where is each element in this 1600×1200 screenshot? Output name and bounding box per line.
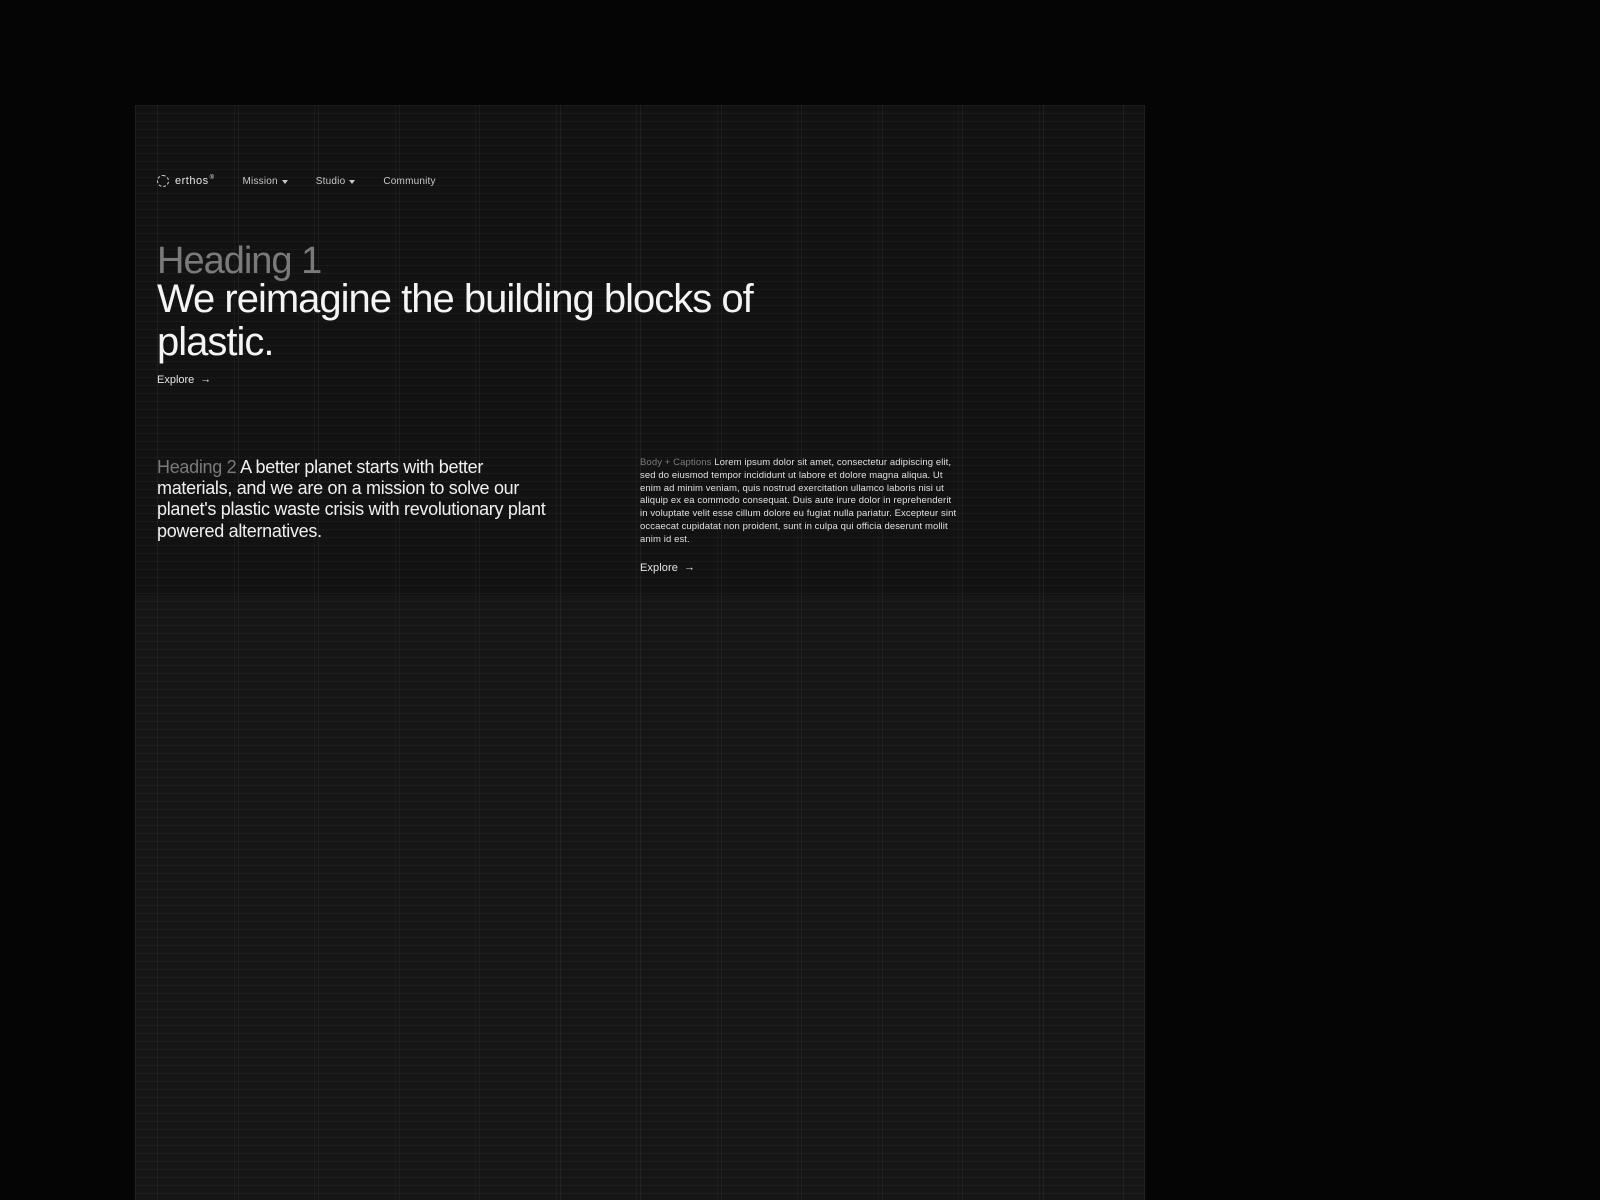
nav-item-label: Community [383,176,435,187]
design-canvas: erthos® Mission Studio Community Heading… [135,105,1145,1200]
nav-item-label: Mission [243,176,278,187]
arrow-right-icon: → [684,560,695,575]
explore-link-body[interactable]: Explore → [640,561,960,576]
explore-link-hero[interactable]: Explore → [157,374,211,386]
heading-2-label: Heading 2 [157,457,236,477]
chevron-down-icon [349,180,355,184]
arrow-right-icon: → [200,374,211,386]
heading-2-block: Heading 2 A better planet starts with be… [157,457,557,542]
brand-name: erthos [175,175,209,187]
chevron-down-icon [282,180,288,184]
heading-1-text: We reimagine the building blocks of plas… [157,278,777,364]
grid-lower-shade [135,595,1145,1200]
body-captions-label: Body + Captions [640,457,711,468]
body-captions-block: Body + Captions Lorem ipsum dolor sit am… [640,457,960,576]
explore-link-label: Explore [640,561,678,576]
brand-suffix: ® [210,175,215,181]
brand-logo[interactable]: erthos® [157,175,215,187]
nav-item-label: Studio [316,176,346,187]
nav-item-mission[interactable]: Mission [243,176,288,187]
body-captions-text: Lorem ipsum dolor sit amet, consectetur … [640,457,956,545]
nav-item-studio[interactable]: Studio [316,176,356,187]
explore-link-label: Explore [157,374,194,386]
nav-item-community[interactable]: Community [383,176,435,187]
site-nav: erthos® Mission Studio Community [157,175,436,187]
brand-logo-mark-icon [157,175,169,187]
